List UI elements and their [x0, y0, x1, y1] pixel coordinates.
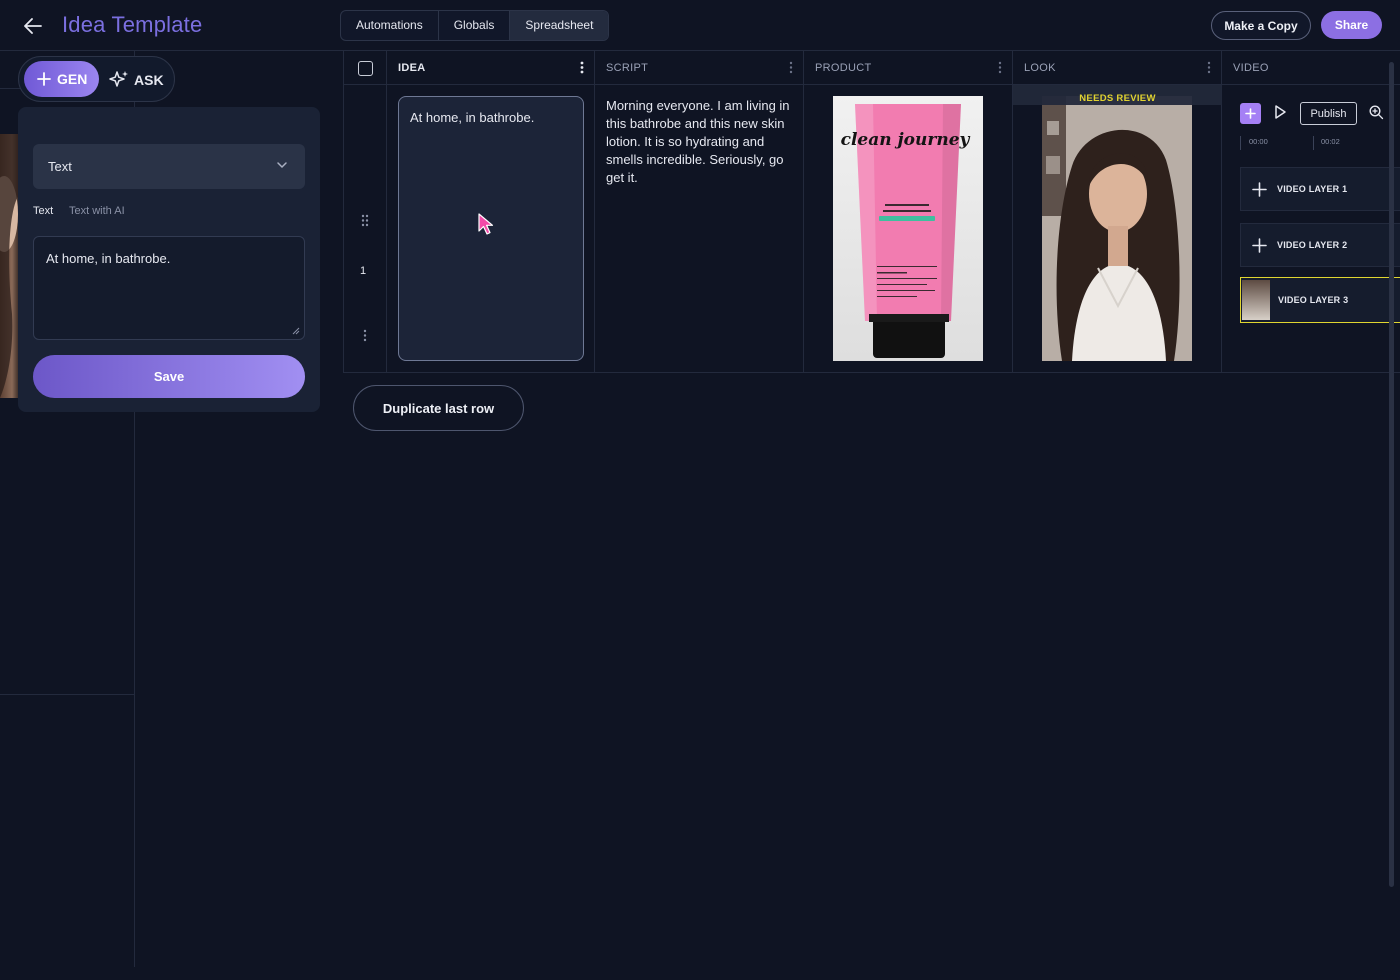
- ask-button[interactable]: ASK: [108, 66, 164, 94]
- plus-icon: [1245, 108, 1256, 119]
- kebab-menu-icon[interactable]: [998, 61, 1002, 74]
- add-layer-icon[interactable]: [1241, 181, 1277, 197]
- gen-button[interactable]: GEN: [24, 61, 99, 97]
- cell-value-text: At home, in bathrobe.: [46, 251, 171, 266]
- kebab-menu-icon[interactable]: [580, 61, 584, 74]
- drag-handle-icon[interactable]: [361, 214, 369, 227]
- top-bar: Idea Template Automations Globals Spread…: [0, 0, 1400, 51]
- ruler-tick: [1313, 136, 1314, 150]
- kebab-menu-icon[interactable]: [1207, 61, 1211, 74]
- ask-label: ASK: [134, 72, 164, 88]
- mouse-cursor-icon: [478, 213, 494, 235]
- spreadsheet-grid: IDEA SCRIPT PRODUCT LOOK VIDEO 1 At home…: [343, 51, 1400, 373]
- chevron-down-icon: [277, 162, 287, 169]
- column-header-idea[interactable]: IDEA: [387, 51, 595, 85]
- video-layer-3[interactable]: VIDEO LAYER 3: [1240, 277, 1400, 323]
- play-icon[interactable]: [1273, 104, 1287, 120]
- zoom-in-icon[interactable]: [1369, 105, 1384, 120]
- column-header-script[interactable]: SCRIPT: [595, 51, 804, 85]
- product-brand-label: clean journey: [841, 130, 971, 150]
- ruler-label: 00:02: [1321, 137, 1340, 146]
- cell-editor-panel: Text Text Text with AI At home, in bathr…: [18, 107, 320, 412]
- share-button[interactable]: Share: [1321, 11, 1382, 39]
- column-header-label: LOOK: [1024, 61, 1056, 74]
- tab-globals[interactable]: Globals: [439, 11, 511, 40]
- cell-look[interactable]: [1013, 85, 1222, 373]
- save-button[interactable]: Save: [33, 355, 305, 398]
- cell-product[interactable]: clean journey: [804, 85, 1013, 373]
- sparkles-icon: [109, 71, 128, 87]
- look-image[interactable]: [1042, 96, 1192, 361]
- timeline-ruler[interactable]: 00:00 00:02: [1240, 136, 1400, 150]
- video-layer-2[interactable]: VIDEO LAYER 2: [1240, 223, 1400, 267]
- cell-value-input[interactable]: At home, in bathrobe.: [33, 236, 305, 340]
- tab-text[interactable]: Text: [33, 205, 53, 217]
- ruler-label: 00:00: [1249, 137, 1268, 146]
- duplicate-row-button[interactable]: Duplicate last row: [353, 385, 524, 431]
- video-layer-label: VIDEO LAYER 1: [1277, 184, 1348, 194]
- content-type-select[interactable]: Text: [33, 144, 305, 189]
- column-header-label: VIDEO: [1233, 61, 1269, 74]
- column-header-video[interactable]: VIDEO: [1222, 51, 1400, 85]
- script-text: Morning everyone. I am living in this ba…: [606, 98, 790, 185]
- product-image[interactable]: clean journey: [833, 96, 983, 361]
- column-header-label: PRODUCT: [815, 61, 872, 74]
- gen-label: GEN: [57, 71, 88, 87]
- layer-thumbnail: [1242, 280, 1270, 320]
- vertical-scrollbar[interactable]: [1389, 62, 1394, 887]
- add-layer-icon[interactable]: [1241, 237, 1277, 253]
- plus-icon: [37, 72, 51, 86]
- page-title: Idea Template: [62, 12, 203, 37]
- tab-spreadsheet[interactable]: Spreadsheet: [510, 11, 609, 40]
- select-all-header: [344, 51, 387, 85]
- tab-automations[interactable]: Automations: [341, 11, 439, 40]
- column-header-label: SCRIPT: [606, 61, 649, 74]
- row-menu-icon[interactable]: [363, 329, 367, 342]
- publish-button[interactable]: Publish: [1300, 102, 1357, 125]
- video-layer-label: VIDEO LAYER 2: [1277, 240, 1348, 250]
- gen-ask-toggle: GEN ASK: [18, 56, 175, 102]
- resize-grip-icon[interactable]: [292, 327, 300, 335]
- left-top-divider: [0, 88, 20, 89]
- left-row-divider: [0, 694, 135, 695]
- column-header-product[interactable]: PRODUCT: [804, 51, 1013, 85]
- view-tabs: Automations Globals Spreadsheet: [340, 10, 610, 41]
- video-layer-label: VIDEO LAYER 3: [1278, 295, 1349, 305]
- back-arrow-icon[interactable]: [20, 13, 46, 39]
- column-header-look[interactable]: LOOK: [1013, 51, 1222, 85]
- add-media-button[interactable]: [1240, 103, 1261, 124]
- column-header-label: IDEA: [398, 61, 426, 74]
- cell-idea[interactable]: At home, in bathrobe.: [387, 85, 595, 373]
- tab-text-with-ai[interactable]: Text with AI: [69, 205, 125, 217]
- kebab-menu-icon[interactable]: [789, 61, 793, 74]
- row-number: 1: [360, 265, 367, 277]
- content-type-value: Text: [48, 159, 72, 174]
- cell-script[interactable]: Morning everyone. I am living in this ba…: [595, 85, 804, 373]
- select-all-checkbox[interactable]: [358, 61, 373, 76]
- idea-text: At home, in bathrobe.: [410, 110, 535, 125]
- cell-video: Publish 00:00 00:02 VIDEO LAYER 1 VIDEO …: [1222, 85, 1400, 373]
- make-copy-button[interactable]: Make a Copy: [1211, 11, 1311, 40]
- row-gutter: 1: [344, 85, 387, 373]
- video-layer-1[interactable]: VIDEO LAYER 1: [1240, 167, 1400, 211]
- needs-review-badge: NEEDS REVIEW: [1013, 85, 1222, 105]
- preview-thumbnail[interactable]: [0, 134, 20, 398]
